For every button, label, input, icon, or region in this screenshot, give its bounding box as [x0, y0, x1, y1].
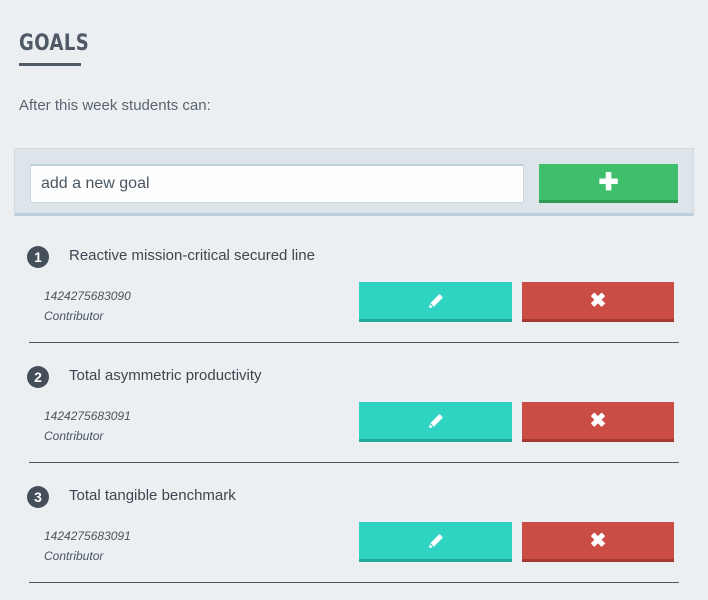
goal-divider: [29, 342, 679, 343]
edit-goal-button[interactable]: [359, 522, 512, 562]
goal-number-badge: 3: [27, 486, 49, 508]
close-icon: ✖: [589, 290, 607, 312]
goal-meta: 1424275683091 Contributor: [44, 526, 131, 566]
pencil-icon: [428, 413, 443, 428]
goal-item: 2 Total asymmetric productivity 14242756…: [0, 354, 708, 474]
goal-id: 1424275683091: [44, 409, 131, 423]
close-icon: ✖: [589, 410, 607, 432]
goal-role: Contributor: [44, 429, 104, 443]
delete-goal-button[interactable]: ✖: [522, 522, 674, 562]
title-underline: [19, 63, 81, 66]
plus-icon: ✚: [598, 168, 619, 196]
pencil-icon: [428, 293, 443, 308]
goal-meta: 1424275683090 Contributor: [44, 286, 131, 326]
page-header: GOALS: [19, 30, 105, 66]
edit-goal-button[interactable]: [359, 402, 512, 442]
delete-goal-button[interactable]: ✖: [522, 282, 674, 322]
goal-meta: 1424275683091 Contributor: [44, 406, 131, 446]
goal-text: Total tangible benchmark: [69, 487, 236, 504]
add-goal-button[interactable]: ✚: [539, 164, 678, 203]
goal-role: Contributor: [44, 549, 104, 563]
goal-id: 1424275683091: [44, 529, 131, 543]
pencil-icon: [428, 533, 443, 548]
goal-id: 1424275683090: [44, 289, 131, 303]
goal-item: 3 Total tangible benchmark 1424275683091…: [0, 474, 708, 594]
add-goal-panel: ✚: [14, 148, 694, 216]
page-subtitle: After this week students can:: [19, 97, 211, 114]
delete-goal-button[interactable]: ✖: [522, 402, 674, 442]
goal-text: Total asymmetric productivity: [69, 367, 262, 384]
page-title: GOALS: [19, 31, 90, 56]
new-goal-input[interactable]: [30, 164, 524, 203]
goal-role: Contributor: [44, 309, 104, 323]
goal-item: 1 Reactive mission-critical secured line…: [0, 234, 708, 354]
close-icon: ✖: [589, 530, 607, 552]
goal-text: Reactive mission-critical secured line: [69, 247, 315, 264]
goal-divider: [29, 462, 679, 463]
goal-number-badge: 1: [27, 246, 49, 268]
goal-number-badge: 2: [27, 366, 49, 388]
goal-divider: [29, 582, 679, 583]
edit-goal-button[interactable]: [359, 282, 512, 322]
